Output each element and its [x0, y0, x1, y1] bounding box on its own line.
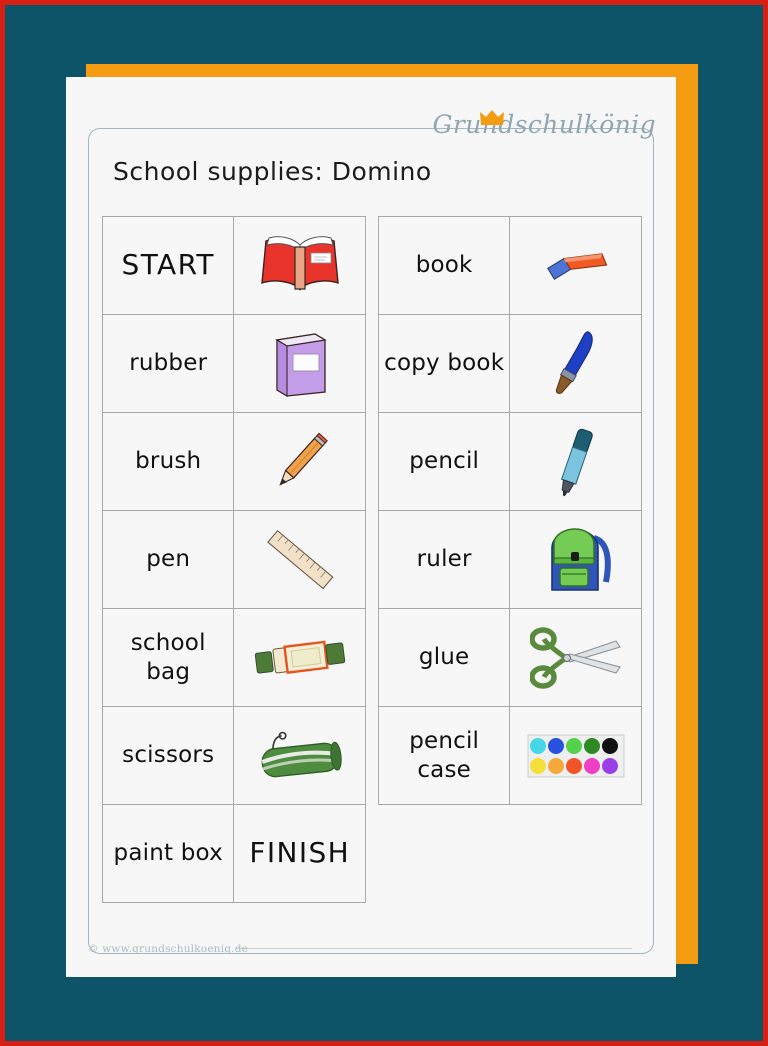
footer-rule — [236, 948, 632, 949]
domino-tables: START rubber brush pen school bag scisso… — [101, 216, 642, 903]
table-row: pencil — [377, 412, 642, 511]
domino-word-cell: ruler — [377, 510, 511, 609]
domino-picture-cell — [509, 706, 642, 805]
green-pencil-case-icon — [261, 731, 342, 777]
glue-stick-icon — [254, 640, 345, 674]
domino-word-cell: copy book — [377, 314, 511, 413]
domino-word: scissors — [122, 742, 215, 769]
table-row: pen — [101, 510, 366, 609]
eraser-icon — [546, 252, 608, 280]
table-row: rubber — [101, 314, 366, 413]
worksheet-page: Grundschulkönig School supplies: Domino … — [66, 77, 676, 977]
domino-word: book — [415, 252, 473, 279]
crown-icon — [480, 110, 504, 125]
open-red-book-icon — [260, 235, 339, 291]
wooden-ruler-icon — [266, 529, 334, 589]
domino-picture-cell — [233, 706, 366, 805]
domino-picture-cell — [509, 510, 642, 609]
domino-word-cell: START — [101, 216, 235, 315]
footer-copyright: © www.grundschulkoenig.de — [88, 943, 249, 955]
domino-finish-cell: FINISH — [233, 804, 366, 903]
domino-word: glue — [418, 644, 470, 671]
domino-word: START — [121, 248, 215, 282]
table-row: book — [377, 216, 642, 315]
domino-picture-cell — [509, 608, 642, 707]
domino-word: rubber — [129, 350, 208, 377]
domino-picture-cell — [509, 314, 642, 413]
brand-logo: Grundschulkönig — [426, 110, 656, 156]
green-backpack-icon — [550, 527, 611, 591]
table-row: START — [101, 216, 366, 315]
purple-closed-book-icon — [274, 332, 327, 397]
domino-picture-cell — [233, 216, 366, 315]
domino-picture-cell — [233, 510, 366, 609]
domino-word: pencil case — [409, 728, 480, 783]
blue-pen-icon — [560, 428, 593, 496]
domino-word-cell: pencil case — [377, 706, 511, 805]
table-row: scissors — [101, 706, 366, 805]
domino-word: pencil — [409, 448, 480, 475]
domino-word-cell: pen — [101, 510, 235, 609]
table-row: copy book — [377, 314, 642, 413]
table-row: brush — [101, 412, 366, 511]
domino-word-cell: paint box — [101, 804, 235, 903]
domino-picture-cell — [509, 412, 642, 511]
domino-table-left: START rubber brush pen school bag scisso… — [101, 216, 366, 903]
domino-picture-cell — [233, 412, 366, 511]
orange-pencil-icon — [278, 432, 328, 486]
domino-picture-cell — [233, 608, 366, 707]
green-scissors-icon — [529, 626, 621, 689]
domino-word-cell: scissors — [101, 706, 235, 805]
brand-name: Grundschulkönig — [432, 110, 656, 139]
domino-picture-cell — [509, 216, 642, 315]
domino-word-cell: brush — [101, 412, 235, 511]
domino-table-right: book copy book pencil ruler glue pencil … — [377, 216, 642, 805]
paint-box-icon — [527, 734, 625, 777]
domino-word: brush — [135, 448, 202, 475]
table-row: glue — [377, 608, 642, 707]
domino-word: copy book — [384, 350, 505, 377]
finish-label: FINISH — [249, 836, 351, 870]
table-row: paint box FINISH — [101, 804, 366, 903]
domino-word-cell: rubber — [101, 314, 235, 413]
domino-word-cell: school bag — [101, 608, 235, 707]
domino-picture-cell — [233, 314, 366, 413]
table-row: school bag — [101, 608, 366, 707]
domino-word: pen — [146, 546, 191, 573]
domino-word: paint box — [113, 840, 223, 867]
domino-word-cell: pencil — [377, 412, 511, 511]
page-title: School supplies: Domino — [113, 157, 432, 186]
domino-word: ruler — [416, 546, 472, 573]
table-row: pencil case — [377, 706, 642, 805]
domino-word: school bag — [130, 630, 206, 685]
domino-word-cell: glue — [377, 608, 511, 707]
blue-paintbrush-icon — [555, 330, 593, 394]
domino-word-cell: book — [377, 216, 511, 315]
table-row: ruler — [377, 510, 642, 609]
